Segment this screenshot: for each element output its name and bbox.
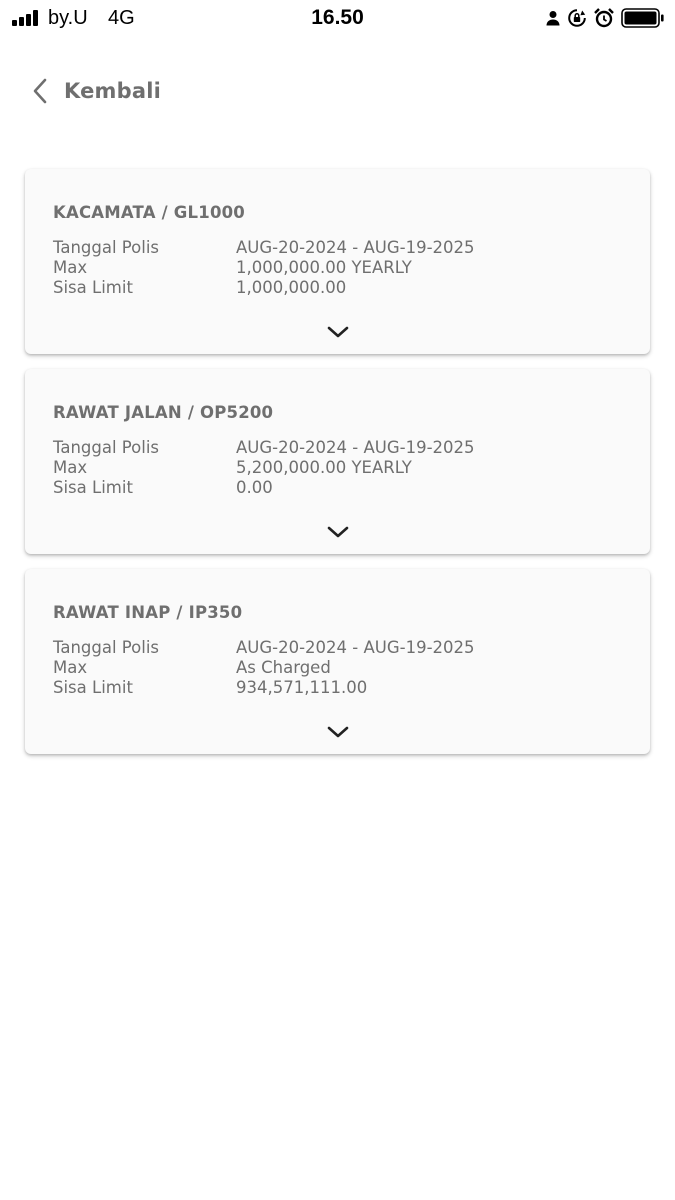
detail-value: As Charged (236, 658, 331, 677)
chevron-down-icon (327, 726, 348, 738)
detail-label: Max (53, 458, 88, 477)
detail-row-remaining-limit: Sisa Limit 0.00 (53, 478, 622, 498)
rotation-lock-icon (568, 9, 586, 27)
detail-value: 0.00 (236, 478, 273, 497)
detail-row-policy-date: Tanggal Polis AUG-20-2024 - AUG-19-2025 (53, 238, 622, 258)
card-title: RAWAT JALAN / OP5200 (53, 403, 274, 422)
detail-row-policy-date: Tanggal Polis AUG-20-2024 - AUG-19-2025 (53, 638, 622, 658)
detail-label: Sisa Limit (53, 478, 133, 497)
card-title: KACAMATA / GL1000 (53, 203, 245, 222)
detail-value: 5,200,000.00 YEARLY (236, 458, 412, 477)
detail-label: Sisa Limit (53, 278, 133, 297)
chevron-left-icon (33, 78, 47, 104)
detail-value: AUG-20-2024 - AUG-19-2025 (236, 638, 475, 657)
detail-label: Max (53, 658, 88, 677)
alarm-icon (594, 8, 614, 28)
detail-row-remaining-limit: Sisa Limit 934,571,111.00 (53, 678, 622, 698)
benefit-card[interactable]: RAWAT JALAN / OP5200 Tanggal Polis AUG-2… (25, 369, 650, 554)
detail-label: Tanggal Polis (53, 638, 160, 657)
detail-value: AUG-20-2024 - AUG-19-2025 (236, 238, 475, 257)
status-icons (545, 6, 665, 30)
benefit-card[interactable]: KACAMATA / GL1000 Tanggal Polis AUG-20-2… (25, 169, 650, 354)
back-label: Kembali (64, 79, 162, 103)
detail-row-max: Max 5,200,000.00 YEARLY (53, 458, 622, 478)
card-title: RAWAT INAP / IP350 (53, 603, 243, 622)
detail-row-policy-date: Tanggal Polis AUG-20-2024 - AUG-19-2025 (53, 438, 622, 458)
benefit-card-list: KACAMATA / GL1000 Tanggal Polis AUG-20-2… (25, 169, 650, 769)
detail-label: Max (53, 258, 88, 277)
expand-button[interactable] (25, 722, 650, 742)
expand-button[interactable] (25, 522, 650, 542)
back-button[interactable]: Kembali (28, 74, 161, 108)
chevron-down-icon (327, 326, 348, 338)
detail-row-remaining-limit: Sisa Limit 1,000,000.00 (53, 278, 622, 298)
benefit-card[interactable]: RAWAT INAP / IP350 Tanggal Polis AUG-20-… (25, 569, 650, 754)
detail-value: 1,000,000.00 YEARLY (236, 258, 412, 277)
detail-value: AUG-20-2024 - AUG-19-2025 (236, 438, 475, 457)
chevron-down-icon (327, 526, 348, 538)
status-bar: by.U 4G 16.50 (0, 0, 675, 36)
person-icon (546, 11, 560, 26)
detail-value: 1,000,000.00 (236, 278, 347, 297)
detail-row-max: Max As Charged (53, 658, 622, 678)
detail-value: 934,571,111.00 (236, 678, 368, 697)
detail-label: Tanggal Polis (53, 238, 160, 257)
battery-icon (621, 8, 664, 28)
expand-button[interactable] (25, 322, 650, 342)
detail-label: Tanggal Polis (53, 438, 160, 457)
detail-label: Sisa Limit (53, 678, 133, 697)
detail-row-max: Max 1,000,000.00 YEARLY (53, 258, 622, 278)
